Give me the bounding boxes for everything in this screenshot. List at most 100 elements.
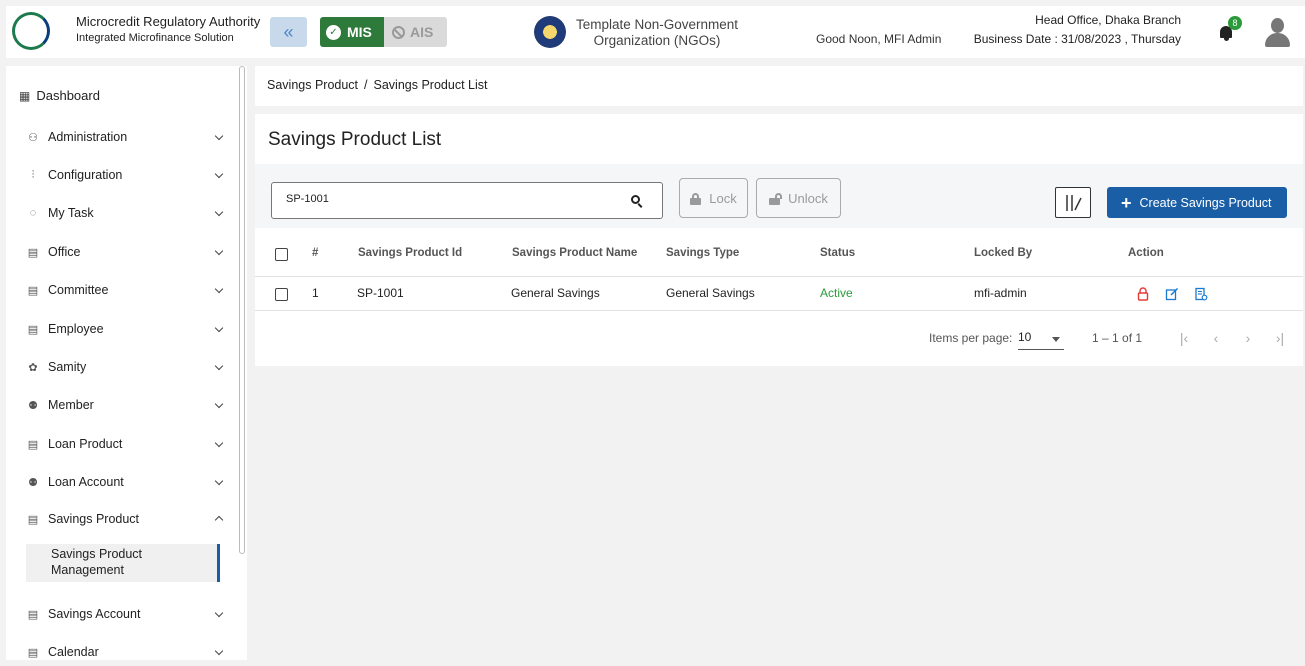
header-locked-by[interactable]: Locked By [974, 247, 1032, 259]
grid-icon: ▦ [19, 88, 31, 103]
table-header: # Savings Product Id Savings Product Nam… [255, 231, 1303, 277]
breadcrumb-separator: / [364, 78, 368, 92]
view-details-icon[interactable] [1194, 287, 1208, 301]
header-product-id[interactable]: Savings Product Id [358, 247, 462, 259]
chevron-down-icon [214, 323, 224, 333]
header-status[interactable]: Status [820, 247, 855, 259]
sidebar-item-administration[interactable]: ⚇ Administration [26, 126, 226, 148]
search-icon[interactable] [631, 195, 640, 204]
lock-label: Lock [709, 190, 737, 206]
sidebar-item-label: Administration [48, 130, 128, 144]
cell-num: 1 [312, 286, 319, 300]
savings-product-icon: ▤ [27, 513, 39, 526]
mra-logo [12, 12, 50, 50]
lock-button[interactable]: Lock [679, 178, 748, 218]
chevron-down-icon [214, 284, 224, 294]
search-box[interactable] [271, 182, 663, 219]
header-savings-type[interactable]: Savings Type [666, 247, 739, 259]
chevron-down-icon [214, 131, 224, 141]
office-icon: ▤ [27, 246, 39, 259]
chevron-down-icon [214, 246, 224, 256]
main-card: Savings Product List Lock Unlock + Creat… [255, 114, 1303, 366]
admin-icon: ⚇ [28, 131, 38, 144]
loan-account-icon: ⚉ [28, 476, 38, 489]
sidebar-item-savings-account[interactable]: ▤ Savings Account [26, 603, 226, 625]
create-label: Create Savings Product [1139, 195, 1272, 210]
create-savings-product-button[interactable]: + Create Savings Product [1107, 187, 1287, 218]
notification-badge: 8 [1228, 16, 1242, 30]
member-icon: ⚉ [28, 399, 38, 412]
sidebar-item-label: Member [48, 398, 94, 412]
items-per-page-label: Items per page: [929, 331, 1013, 345]
user-avatar[interactable] [1263, 18, 1291, 48]
calendar-icon: ▤ [27, 646, 39, 659]
cell-locked-by: mfi-admin [974, 286, 1027, 300]
greeting-text: Good Noon, MFI Admin [816, 32, 942, 46]
breadcrumb-parent[interactable]: Savings Product [267, 78, 358, 92]
search-input[interactable] [286, 193, 616, 205]
sidebar-subitem-savings-product-management[interactable]: Savings Product Management [26, 544, 220, 582]
loan-product-icon: ▤ [27, 438, 39, 451]
sidebar-item-label: Committee [48, 283, 109, 297]
column-settings-button[interactable] [1055, 187, 1091, 218]
sidebar-item-label: Configuration [48, 168, 123, 182]
sidebar-item-label: Savings Product [48, 512, 140, 526]
first-page-icon[interactable]: |‹ [1174, 328, 1194, 348]
sidebar-item-label: Dashboard [36, 88, 100, 103]
lock-icon[interactable] [1136, 287, 1150, 301]
sidebar-item-label: Loan Account [48, 475, 124, 489]
header-product-name[interactable]: Savings Product Name [512, 247, 637, 259]
sidebar-scrollbar[interactable] [239, 66, 245, 554]
cell-savings-type: General Savings [666, 286, 755, 300]
select-all-checkbox[interactable] [275, 248, 288, 261]
cell-product-id: SP-1001 [357, 286, 404, 300]
sidebar-item-my-task[interactable]: ◌ My Task [26, 202, 226, 224]
sidebar-item-label: Loan Product [48, 437, 123, 451]
double-chevron-left-icon: « [283, 21, 294, 42]
sidebar-item-loan-account[interactable]: ⚉ Loan Account [26, 471, 226, 493]
last-page-icon[interactable]: ›| [1270, 328, 1290, 348]
prev-page-icon[interactable]: ‹ [1206, 328, 1226, 348]
row-checkbox[interactable] [275, 288, 288, 301]
paginator: Items per page: 10 1 – 1 of 1 |‹ ‹ › ›| [255, 320, 1303, 360]
committee-icon: ▤ [27, 284, 39, 297]
chevron-down-icon [214, 476, 224, 486]
unlock-label: Unlock [788, 190, 828, 206]
next-page-icon[interactable]: › [1238, 328, 1258, 348]
collapse-sidebar-button[interactable]: « [270, 17, 307, 47]
column-edit-icon [1066, 195, 1082, 211]
sidebar-item-samity[interactable]: ✿ Samity [26, 356, 226, 378]
chevron-down-icon [214, 361, 224, 371]
cell-product-name: General Savings [511, 286, 600, 300]
employee-icon: ▤ [27, 323, 39, 336]
edit-icon[interactable] [1165, 287, 1179, 301]
unlock-button[interactable]: Unlock [756, 178, 841, 218]
items-per-page-select[interactable]: 10 [1018, 330, 1064, 350]
header-num: # [312, 247, 319, 259]
business-date: Business Date : 31/08/2023 , Thursday [973, 32, 1181, 46]
sidebar-item-calendar[interactable]: ▤ Calendar [26, 641, 226, 660]
sidebar-item-label: My Task [48, 206, 94, 220]
sidebar-item-label: Office [48, 245, 81, 259]
sidebar-item-dashboard[interactable]: ▦ Dashboard [19, 88, 100, 103]
ngo-name: Template Non-Government Organization (NG… [575, 17, 739, 48]
sidebar-item-configuration[interactable]: ⫶ Configuration [26, 164, 226, 186]
page-range: 1 – 1 of 1 [1092, 331, 1143, 345]
ais-toggle-button[interactable]: AIS [384, 17, 447, 47]
chevron-down-icon [214, 399, 224, 409]
savings-account-icon: ▤ [27, 608, 39, 621]
sidebar-item-committee[interactable]: ▤ Committee [26, 279, 226, 301]
sidebar-item-label: Samity [48, 360, 87, 374]
mis-toggle-button[interactable]: ✓ MIS [320, 17, 384, 47]
check-circle-icon: ✓ [326, 24, 341, 40]
mis-label: MIS [347, 24, 372, 40]
sidebar-item-employee[interactable]: ▤ Employee [26, 318, 226, 340]
sidebar-item-member[interactable]: ⚉ Member [26, 394, 226, 416]
items-per-page-value: 10 [1018, 330, 1032, 344]
org-name: Microcredit Regulatory Authority [76, 14, 261, 29]
sidebar-item-label: Employee [48, 322, 104, 336]
sidebar-item-office[interactable]: ▤ Office [26, 241, 226, 263]
sidebar-item-label: Calendar [48, 645, 99, 659]
sidebar-item-savings-product[interactable]: ▤ Savings Product [26, 508, 226, 530]
sidebar-item-loan-product[interactable]: ▤ Loan Product [26, 433, 226, 455]
